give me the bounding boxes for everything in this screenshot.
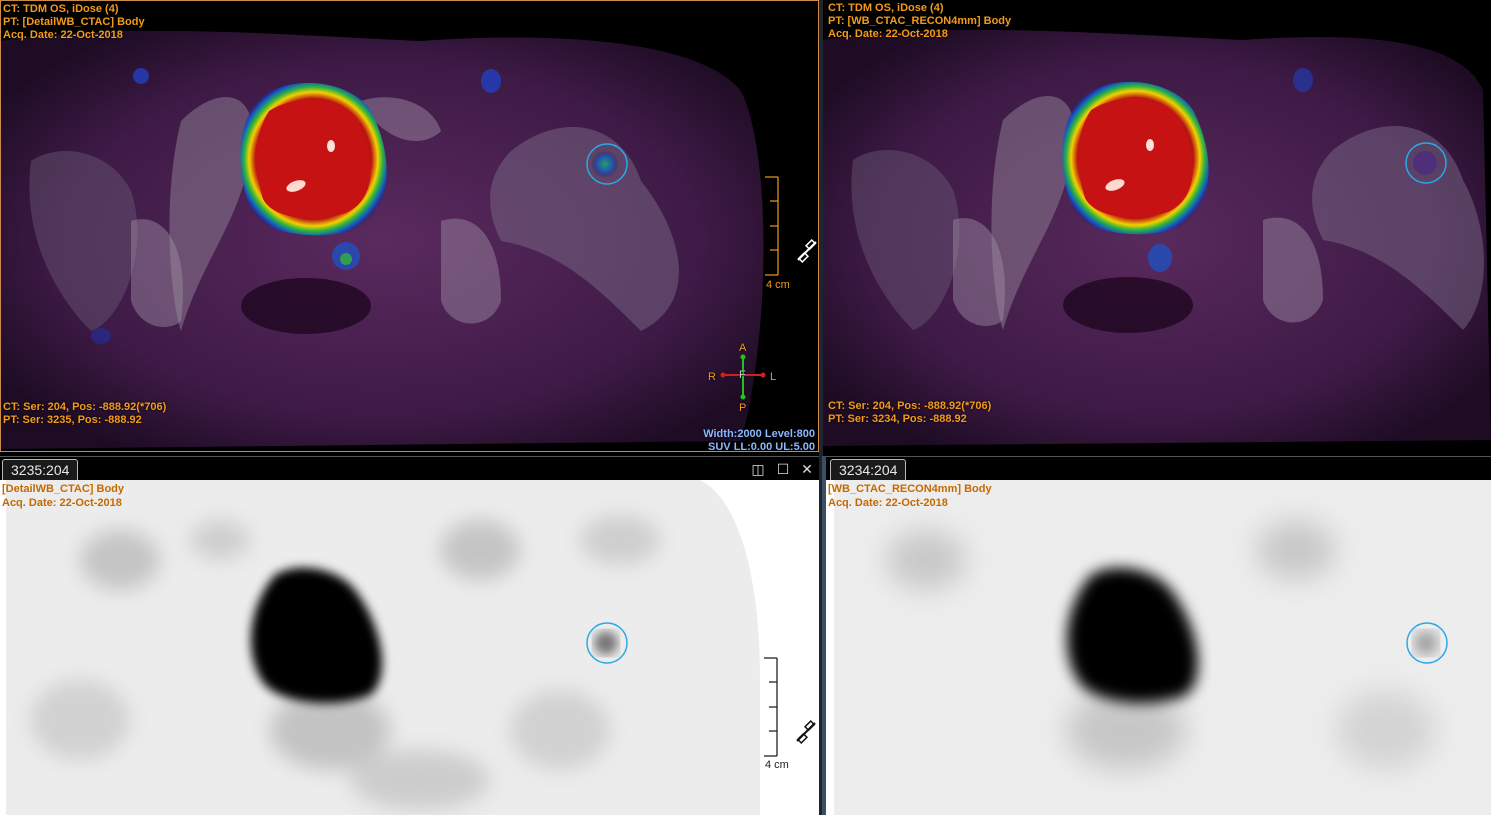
pt-series-label: [DetailWB_CTAC] Body [2, 483, 125, 495]
maximize-icon[interactable]: ☐ [773, 459, 793, 479]
orient-left: L [770, 371, 777, 383]
close-icon[interactable]: ✕ [797, 459, 817, 479]
pet-viewport-recon[interactable]: [WB_CTAC_RECON4mm] Body Acq. Date: 22-Oc… [826, 480, 1491, 815]
viewport-header: [DetailWB_CTAC] Body Acq. Date: 22-Oct-2… [2, 482, 124, 510]
viewport-header: CT: TDM OS, iDose (4) PT: [DetailWB_CTAC… [3, 3, 145, 42]
pt-series-label: PT: [WB_CTAC_RECON4mm] Body [828, 15, 1012, 27]
viewport-header: CT: TDM OS, iDose (4) PT: [WB_CTAC_RECON… [828, 2, 1011, 41]
link-icon[interactable] [794, 720, 818, 744]
scale-ruler [765, 176, 779, 276]
pt-position-label: PT: Ser: 3234, Pos: -888.92 [828, 413, 967, 425]
pt-series-label: [WB_CTAC_RECON4mm] Body [828, 483, 992, 495]
fused-viewport-detail[interactable]: CT: TDM OS, iDose (4) PT: [DetailWB_CTAC… [0, 0, 819, 452]
orient-posterior: P [739, 402, 747, 414]
acq-date-label: Acq. Date: 22-Oct-2018 [828, 497, 948, 509]
tabstrip-left: 3235:204 ◫ ☐ ✕ [0, 456, 819, 481]
window-level-info: Width:2000 Level:800 SUV LL:0.00 UL:5.00 [703, 428, 815, 452]
viewport-footer: CT: Ser: 204, Pos: -888.92(*706) PT: Ser… [3, 401, 166, 427]
suv-range: SUV LL:0.00 UL:5.00 [708, 441, 815, 452]
link-icon[interactable] [795, 239, 819, 263]
acq-date-label: Acq. Date: 22-Oct-2018 [3, 29, 123, 41]
orient-right: R [708, 371, 716, 383]
restore-icon[interactable]: ◫ [748, 459, 768, 479]
pet-viewport-detail[interactable]: [DetailWB_CTAC] Body Acq. Date: 22-Oct-2… [0, 480, 819, 815]
scale-ruler [764, 657, 778, 757]
pet-grayscale-image [6, 480, 760, 815]
fused-pet-ct-image [1, 30, 764, 449]
fused-pet-ct-image [823, 29, 1491, 446]
pet-grayscale-image [834, 480, 1491, 815]
pt-series-label: PT: [DetailWB_CTAC] Body [3, 16, 145, 28]
orient-anterior: A [739, 342, 747, 354]
orientation-marker-icon: A P R L F [706, 341, 781, 416]
fused-viewport-recon[interactable]: CT: TDM OS, iDose (4) PT: [WB_CTAC_RECON… [823, 0, 1491, 452]
viewport-footer: CT: Ser: 204, Pos: -888.92(*706) PT: Ser… [828, 400, 991, 426]
ct-series-label: CT: TDM OS, iDose (4) [828, 2, 944, 14]
acq-date-label: Acq. Date: 22-Oct-2018 [2, 497, 122, 509]
scale-label: 4 cm [765, 759, 789, 771]
ct-series-label: CT: TDM OS, iDose (4) [3, 3, 119, 15]
tab-series-3235[interactable]: 3235:204 [2, 459, 79, 480]
ct-position-label: CT: Ser: 204, Pos: -888.92(*706) [3, 401, 167, 413]
orient-foot: F [739, 369, 746, 381]
tab-series-3234[interactable]: 3234:204 [830, 459, 907, 480]
tabstrip-right: 3234:204 [826, 456, 1491, 481]
window-width-level: Width:2000 Level:800 [703, 428, 815, 440]
acq-date-label: Acq. Date: 22-Oct-2018 [828, 28, 948, 40]
viewport-header: [WB_CTAC_RECON4mm] Body Acq. Date: 22-Oc… [828, 482, 992, 510]
ct-position-label: CT: Ser: 204, Pos: -888.92(*706) [828, 400, 992, 412]
scale-label: 4 cm [766, 279, 790, 291]
pt-position-label: PT: Ser: 3235, Pos: -888.92 [3, 414, 142, 426]
